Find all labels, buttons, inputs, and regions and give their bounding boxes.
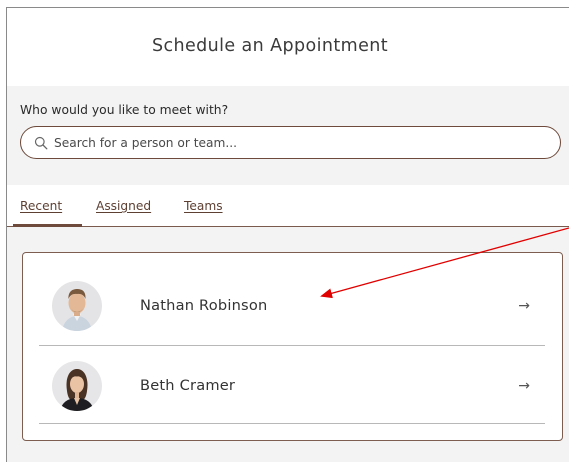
tab-teams[interactable]: Teams (184, 199, 223, 213)
tab-bar: Recent Assigned Teams (7, 185, 569, 227)
row-divider (39, 345, 545, 346)
tab-assigned[interactable]: Assigned (96, 199, 151, 213)
panel-header: Schedule an Appointment (7, 8, 569, 86)
person-name: Beth Cramer (140, 377, 236, 394)
person-row-nathan-robinson[interactable]: Nathan Robinson → (39, 268, 545, 343)
people-list-area: Nathan Robinson → Beth Cramer → (7, 227, 569, 462)
avatar (52, 360, 102, 411)
person-name: Nathan Robinson (140, 297, 268, 314)
search-section: Who would you like to meet with? (7, 86, 569, 185)
search-box[interactable] (20, 126, 561, 159)
search-question-label: Who would you like to meet with? (20, 103, 229, 117)
people-list-card: Nathan Robinson → Beth Cramer → (22, 252, 563, 441)
appointment-panel: Schedule an Appointment Who would you li… (6, 7, 569, 462)
row-divider (39, 423, 545, 424)
arrow-right-icon: → (518, 377, 530, 394)
search-input[interactable] (54, 135, 534, 150)
tab-recent[interactable]: Recent (20, 199, 62, 213)
avatar (52, 280, 102, 331)
page-title: Schedule an Appointment (151, 36, 389, 56)
person-row-beth-cramer[interactable]: Beth Cramer → (39, 348, 545, 423)
search-icon (34, 136, 48, 150)
arrow-right-icon: → (518, 297, 530, 314)
